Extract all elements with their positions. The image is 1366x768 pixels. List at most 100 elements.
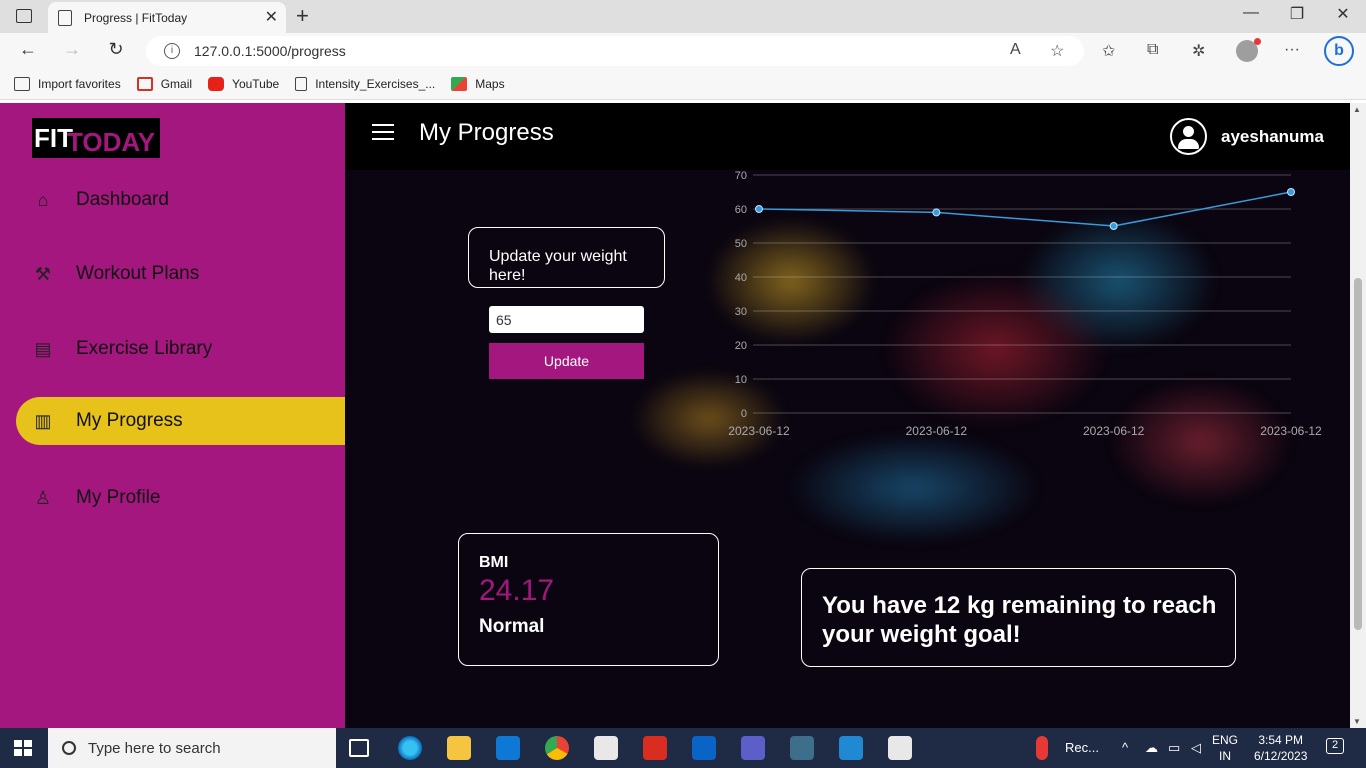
browser-tab-bar: Progress | FitToday ✕ + — ❐ ✕ — [0, 0, 1366, 33]
url-bar[interactable]: i 127.0.0.1:5000/progress — [146, 36, 1084, 66]
outlook-icon[interactable] — [692, 736, 716, 760]
file-explorer-icon[interactable] — [447, 736, 471, 760]
page-scrollbar[interactable]: ▲ ▼ — [1350, 103, 1366, 728]
tab-actions-icon[interactable] — [16, 9, 32, 23]
page-favicon-icon — [58, 9, 72, 26]
data-point — [1109, 222, 1118, 230]
bookmark-maps[interactable]: Maps — [451, 77, 505, 91]
edge-icon[interactable] — [398, 736, 422, 760]
weight-goal-card: You have 12 kg remaining to reach your w… — [801, 568, 1236, 667]
weight-input[interactable] — [489, 306, 644, 333]
username[interactable]: ayeshanuma — [1221, 127, 1324, 147]
new-tab-icon[interactable]: + — [296, 3, 309, 29]
minimize-icon[interactable]: — — [1228, 4, 1274, 22]
windows-taskbar: Type here to search Rec... ^ ☁ ▭ ◁ ENG I… — [0, 728, 1366, 768]
import-icon — [14, 77, 30, 91]
show-hidden-icons-icon[interactable]: ^ — [1122, 740, 1128, 755]
vscode-icon[interactable] — [839, 736, 863, 760]
x-tick-label: 2023-06-12 — [728, 424, 790, 438]
taskbar-search[interactable]: Type here to search — [48, 728, 336, 768]
y-tick-label: 60 — [735, 204, 747, 216]
photos-icon[interactable] — [888, 736, 912, 760]
user-avatar-icon[interactable] — [1170, 118, 1207, 155]
task-view-icon[interactable] — [349, 739, 369, 757]
teams-icon[interactable] — [741, 736, 765, 760]
y-tick-label: 30 — [735, 306, 747, 318]
scrollbar-thumb[interactable] — [1354, 278, 1362, 630]
windows-start-icon[interactable] — [14, 740, 32, 756]
y-tick-label: 70 — [735, 170, 747, 182]
address-toolbar: ← → ↻ i 127.0.0.1:5000/progress A ☆ ✩ ⧉ … — [0, 33, 1366, 69]
read-aloud-icon[interactable]: A — [1010, 41, 1021, 59]
scroll-up-icon[interactable]: ▲ — [1353, 105, 1361, 114]
bmi-card: BMI 24.17 Normal — [458, 533, 719, 666]
update-button[interactable]: Update — [489, 343, 644, 379]
y-tick-label: 50 — [735, 238, 747, 250]
close-window-icon[interactable]: ✕ — [1320, 4, 1366, 24]
weather-text[interactable]: Rec... — [1065, 740, 1099, 755]
restore-icon[interactable]: ❐ — [1274, 4, 1320, 24]
wps-office-icon[interactable] — [643, 736, 667, 760]
browser-tab[interactable]: Progress | FitToday ✕ — [48, 2, 286, 33]
sidebar-item-workout-plans[interactable]: ⚒ Workout Plans — [16, 250, 345, 298]
dumbbell-icon: ⚒ — [34, 263, 52, 284]
youtube-icon — [208, 77, 225, 91]
forward-icon[interactable]: → — [58, 39, 86, 60]
data-point — [932, 208, 941, 217]
page-icon — [295, 77, 308, 91]
onedrive-icon[interactable]: ☁ — [1145, 740, 1158, 756]
sidebar-item-my-progress[interactable]: ▥ My Progress — [16, 397, 345, 445]
page-title: My Progress — [419, 119, 554, 146]
sidebar-item-dashboard[interactable]: ⌂ Dashboard — [16, 176, 345, 224]
x-tick-label: 2023-06-12 — [1083, 424, 1145, 438]
volume-muted-icon[interactable]: ◁ — [1191, 740, 1201, 756]
browser-profile-icon[interactable] — [1236, 38, 1261, 62]
fittoday-logo[interactable]: FITTODAY — [32, 118, 160, 158]
bmi-status: Normal — [479, 616, 545, 637]
search-icon — [62, 741, 76, 755]
notifications-icon[interactable]: 2 — [1326, 738, 1344, 754]
main-content: Update your weight here! Update 0 10 20 30 4… — [345, 103, 1350, 728]
mail-icon[interactable] — [594, 736, 618, 760]
url-text: 127.0.0.1:5000/progress — [194, 43, 346, 59]
favorite-star-icon[interactable]: ☆ — [1050, 41, 1064, 61]
refresh-icon[interactable]: ↻ — [102, 39, 130, 60]
bookmark-import-favorites[interactable]: Import favorites — [14, 77, 121, 91]
clipboard-icon: ▤ — [34, 338, 52, 359]
close-tab-icon[interactable]: ✕ — [265, 7, 278, 27]
y-tick-label: 10 — [735, 374, 747, 386]
extensions-icon[interactable]: ✲ — [1192, 41, 1205, 61]
bookmark-intensity-exercises[interactable]: Intensity_Exercises_... — [295, 77, 435, 91]
favorites-icon[interactable]: ✩ — [1102, 41, 1115, 61]
scroll-down-icon[interactable]: ▼ — [1353, 717, 1361, 726]
y-tick-label: 0 — [741, 408, 747, 420]
home-icon: ⌂ — [37, 189, 49, 210]
update-weight-prompt: Update your weight here! — [468, 227, 665, 288]
bmi-label: BMI — [479, 554, 509, 571]
back-icon[interactable]: ← — [14, 39, 42, 60]
sidebar-item-exercise-library[interactable]: ▤ Exercise Library — [16, 325, 345, 373]
language-indicator[interactable]: ENG IN — [1212, 732, 1238, 764]
more-menu-icon[interactable]: ··· — [1284, 41, 1300, 59]
page: FITTODAY ⌂ Dashboard ⚒ Workout Plans ▤ E… — [0, 103, 1350, 728]
bookmark-youtube[interactable]: YouTube — [208, 77, 279, 91]
mysql-workbench-icon[interactable] — [790, 736, 814, 760]
site-info-icon[interactable]: i — [164, 43, 180, 59]
y-tick-label: 40 — [735, 272, 747, 284]
menu-toggle-icon[interactable] — [372, 124, 394, 140]
bookmark-gmail[interactable]: Gmail — [136, 77, 192, 91]
user-icon: ♙ — [34, 487, 52, 508]
bing-icon[interactable]: b — [1324, 36, 1354, 66]
bmi-value: 24.17 — [479, 574, 555, 607]
network-icon[interactable]: ▭ — [1168, 740, 1180, 756]
collections-icon[interactable]: ⧉ — [1147, 41, 1158, 59]
store-icon[interactable] — [496, 736, 520, 760]
weather-thermometer-icon[interactable] — [1036, 736, 1048, 760]
chrome-icon[interactable] — [545, 736, 569, 760]
maps-icon — [451, 77, 468, 91]
sidebar-item-my-profile[interactable]: ♙ My Profile — [16, 474, 345, 522]
y-tick-label: 20 — [735, 340, 747, 352]
x-tick-label: 2023-06-12 — [1260, 424, 1322, 438]
taskbar-clock[interactable]: 3:54 PM 6/12/2023 — [1254, 732, 1307, 764]
sidebar: FITTODAY ⌂ Dashboard ⚒ Workout Plans ▤ E… — [0, 103, 345, 728]
